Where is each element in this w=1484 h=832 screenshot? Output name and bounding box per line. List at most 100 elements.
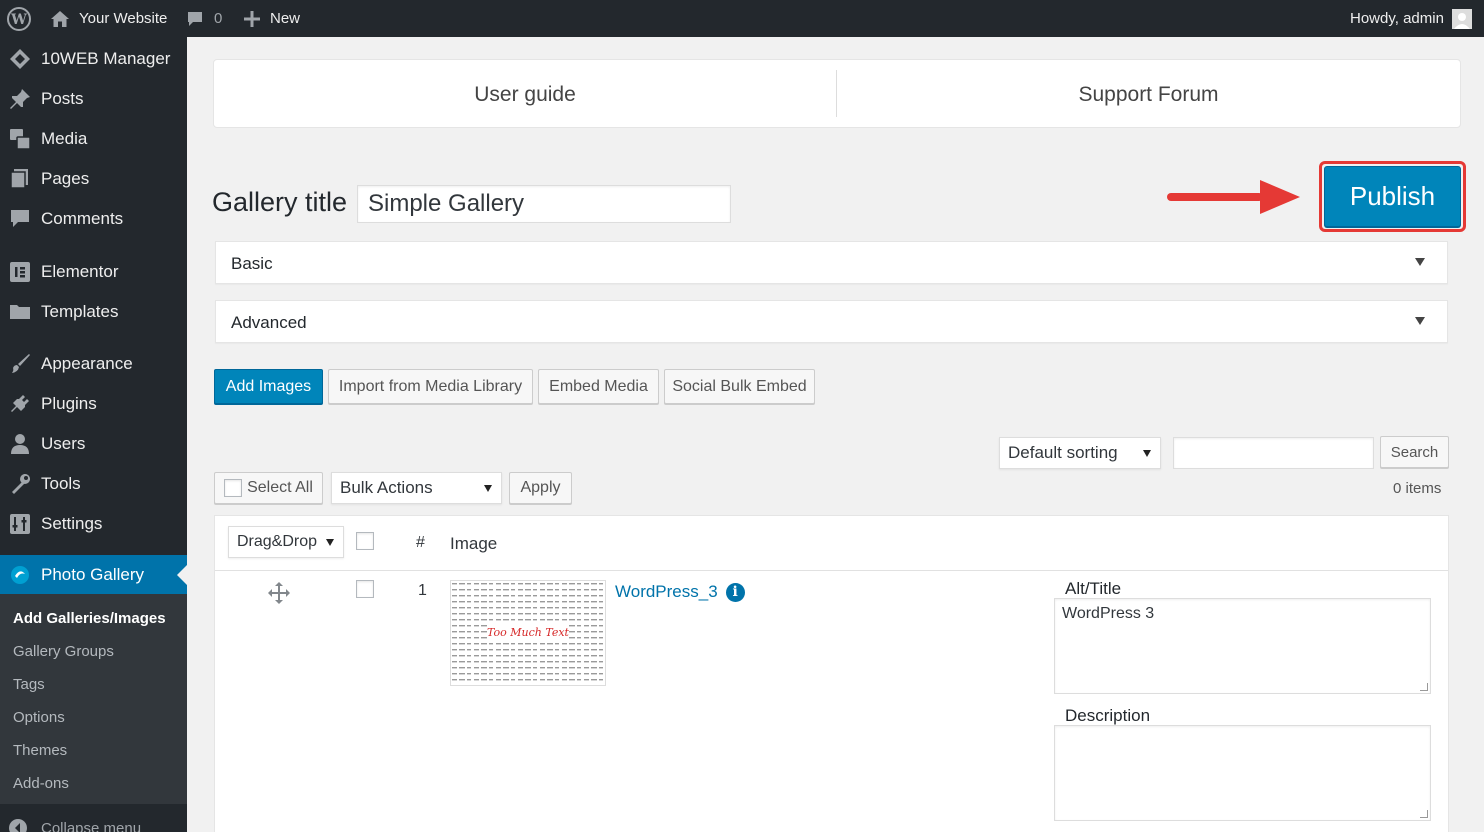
info-icon[interactable]: i bbox=[725, 582, 745, 602]
sidebar-item-10web-manager[interactable]: 10WEB Manager bbox=[0, 39, 187, 79]
search-input[interactable] bbox=[1173, 437, 1374, 469]
apply-button[interactable]: Apply bbox=[509, 472, 572, 504]
thumbnail-pattern: Too Much Text bbox=[451, 581, 605, 685]
sidebar-item-pages[interactable]: Pages bbox=[0, 159, 187, 199]
gallery-title-input[interactable] bbox=[357, 185, 731, 223]
alt-title-value: WordPress 3 bbox=[1062, 605, 1155, 622]
account-menu[interactable]: Howdy, admin bbox=[1350, 0, 1472, 37]
bulk-actions-select[interactable]: Bulk Actions bbox=[331, 472, 502, 504]
wrench-icon bbox=[8, 472, 32, 496]
elementor-icon bbox=[8, 260, 32, 284]
sidebar-item-plugins[interactable]: Plugins bbox=[0, 384, 187, 424]
description-label: Description bbox=[1065, 706, 1151, 725]
sidebar-item-elementor[interactable]: Elementor bbox=[0, 252, 187, 292]
sidebar-item-label: Settings bbox=[41, 514, 103, 533]
select-all-button[interactable]: Select All bbox=[214, 472, 323, 504]
import-media-button[interactable]: Import from Media Library bbox=[328, 369, 533, 404]
publish-highlight: Publish bbox=[1319, 161, 1466, 232]
sorting-select[interactable]: Default sorting bbox=[999, 437, 1161, 469]
table-header: Drag&Drop # Image bbox=[215, 516, 1448, 571]
select-all-checkbox[interactable] bbox=[224, 479, 243, 497]
sidebar-item-label: Elementor bbox=[41, 262, 119, 281]
drag-handle-icon[interactable] bbox=[268, 582, 290, 604]
arrow-annotation-icon bbox=[1167, 180, 1300, 214]
submenu-options[interactable]: Options bbox=[13, 709, 65, 726]
section-title: Advanced bbox=[231, 313, 307, 332]
basic-section[interactable]: Basic bbox=[215, 241, 1448, 284]
pin-icon bbox=[8, 87, 32, 111]
submenu-add-galleries[interactable]: Add Galleries/Images bbox=[13, 610, 166, 627]
description-textarea[interactable] bbox=[1054, 725, 1431, 821]
svg-text:W: W bbox=[10, 12, 27, 28]
chevron-down-icon bbox=[484, 485, 492, 492]
add-images-button[interactable]: Add Images bbox=[214, 369, 323, 404]
search-button[interactable]: Search bbox=[1380, 436, 1449, 468]
sidebar-item-photo-gallery[interactable]: Photo Gallery bbox=[0, 555, 187, 595]
media-icon bbox=[8, 127, 32, 151]
header-checkbox[interactable] bbox=[356, 532, 374, 550]
sidebar-item-label: Users bbox=[41, 434, 86, 453]
comment-bubble-icon bbox=[186, 10, 204, 28]
help-links-card: User guide Support Forum bbox=[213, 59, 1461, 128]
submenu-add-ons[interactable]: Add-ons bbox=[13, 775, 69, 792]
sidebar-item-comments[interactable]: Comments bbox=[0, 199, 187, 239]
row-checkbox[interactable] bbox=[356, 580, 374, 598]
section-title: Basic bbox=[231, 254, 273, 273]
collapse-icon bbox=[8, 818, 28, 832]
collapse-menu-button[interactable]: Collapse menu bbox=[8, 818, 141, 832]
site-name: Your Website bbox=[79, 10, 168, 27]
photo-gallery-submenu: Add Galleries/Images Gallery Groups Tags… bbox=[0, 594, 187, 804]
brush-icon bbox=[8, 352, 32, 376]
sidebar-item-label: 10WEB Manager bbox=[41, 49, 171, 68]
current-indicator bbox=[177, 565, 187, 585]
order-select[interactable]: Drag&Drop bbox=[228, 526, 344, 558]
sidebar-item-posts[interactable]: Posts bbox=[0, 79, 187, 119]
column-image: Image bbox=[450, 534, 498, 553]
sidebar-item-label: Posts bbox=[41, 89, 84, 108]
alt-title-textarea[interactable]: WordPress 3 bbox=[1054, 598, 1431, 694]
caret-down-icon bbox=[1415, 317, 1425, 325]
sorting-value: Default sorting bbox=[1008, 443, 1118, 462]
home-icon bbox=[50, 10, 70, 28]
items-count: 0 items bbox=[1393, 480, 1442, 497]
submenu-gallery-groups[interactable]: Gallery Groups bbox=[13, 643, 114, 660]
comment-icon bbox=[8, 207, 32, 231]
sidebar-item-label: Photo Gallery bbox=[41, 565, 144, 584]
advanced-section[interactable]: Advanced bbox=[215, 300, 1448, 343]
admin-bar: W Your Website 0 New Howdy, admin bbox=[0, 0, 1484, 37]
wordpress-logo-icon[interactable]: W bbox=[7, 0, 31, 37]
submenu-themes[interactable]: Themes bbox=[13, 742, 67, 759]
sidebar-item-templates[interactable]: Templates bbox=[0, 292, 187, 332]
support-forum-link[interactable]: Support Forum bbox=[837, 60, 1460, 129]
chevron-down-icon bbox=[326, 539, 334, 546]
publish-button[interactable]: Publish bbox=[1324, 166, 1461, 227]
image-thumbnail[interactable]: Too Much Text bbox=[450, 580, 606, 686]
sidebar-item-tools[interactable]: Tools bbox=[0, 464, 187, 504]
social-bulk-embed-button[interactable]: Social Bulk Embed bbox=[664, 369, 815, 404]
sidebar-item-label: Templates bbox=[41, 302, 119, 321]
sidebar-item-media[interactable]: Media bbox=[0, 119, 187, 159]
greeting: Howdy, admin bbox=[1350, 10, 1444, 27]
folder-icon bbox=[8, 300, 32, 324]
resize-handle-icon[interactable] bbox=[1420, 683, 1428, 691]
order-select-value: Drag&Drop bbox=[237, 533, 318, 550]
sidebar-item-label: Media bbox=[41, 129, 88, 148]
new-content-link[interactable]: New bbox=[243, 0, 300, 37]
comments-link[interactable]: 0 bbox=[186, 0, 222, 37]
collapse-label: Collapse menu bbox=[41, 819, 142, 832]
avatar bbox=[1451, 8, 1472, 29]
sidebar-item-settings[interactable]: Settings bbox=[0, 504, 187, 544]
sidebar-item-appearance[interactable]: Appearance bbox=[0, 344, 187, 384]
sidebar-item-users[interactable]: Users bbox=[0, 424, 187, 464]
caret-down-icon bbox=[1415, 258, 1425, 266]
submenu-tags[interactable]: Tags bbox=[13, 676, 45, 693]
alt-title-label: Alt/Title bbox=[1065, 579, 1122, 598]
image-name-link[interactable]: WordPress_3 i bbox=[615, 582, 745, 602]
sidebar-item-label: Plugins bbox=[41, 394, 97, 413]
select-all-label: Select All bbox=[247, 479, 313, 496]
tenweb-icon bbox=[8, 47, 32, 71]
embed-media-button[interactable]: Embed Media bbox=[538, 369, 659, 404]
resize-handle-icon[interactable] bbox=[1420, 810, 1428, 818]
site-name-link[interactable]: Your Website bbox=[50, 0, 167, 37]
user-guide-link[interactable]: User guide bbox=[214, 60, 836, 129]
